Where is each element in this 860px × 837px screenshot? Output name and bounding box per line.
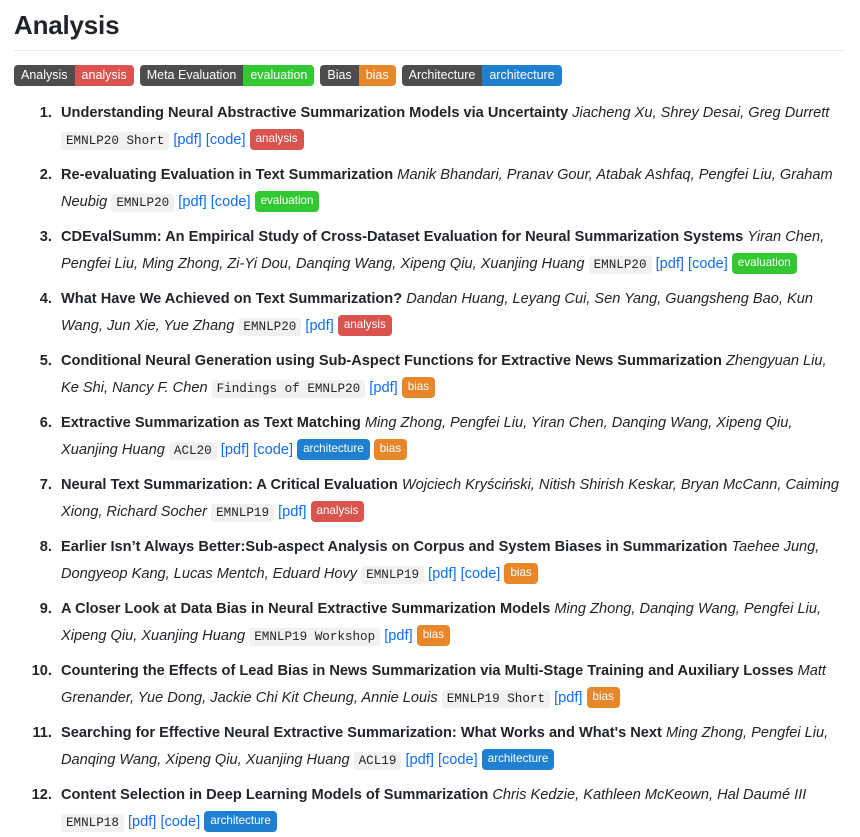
paper-venue: EMNLP19 (361, 566, 425, 584)
paper-list-item: Content Selection in Deep Learning Model… (56, 782, 846, 837)
paper-authors: Chris Kedzie, Kathleen McKeown, Hal Daum… (492, 787, 807, 803)
paper-venue: EMNLP19 Short (441, 690, 551, 708)
page-title: Analysis (14, 10, 120, 40)
paper-pdf-link[interactable]: [pdf] (305, 318, 333, 334)
paper-list-item: Countering the Effects of Lead Bias in N… (56, 658, 846, 713)
paper-pdf-link[interactable]: [pdf] (278, 504, 306, 520)
paper-pdf-link[interactable]: [pdf] (128, 814, 156, 830)
paper-tag-badge-architecture[interactable]: architecture (204, 811, 277, 832)
tag-filter-key: architecture (482, 65, 562, 86)
paper-tag-badge-bias[interactable]: bias (373, 439, 407, 460)
paper-tag-badge-architecture[interactable]: architecture (481, 749, 555, 770)
tag-filter-name: Analysis (14, 65, 75, 86)
paper-pdf-link[interactable]: [pdf] (369, 380, 397, 396)
paper-pdf-link[interactable]: [pdf] (384, 628, 412, 644)
tag-filter-name: Bias (320, 65, 359, 86)
paper-title: Earlier Isn’t Always Better:Sub-aspect A… (61, 539, 728, 555)
paper-title: Countering the Effects of Lead Bias in N… (61, 663, 794, 679)
tag-filter-key: bias (358, 65, 396, 86)
paper-title: What Have We Achieved on Text Summarizat… (61, 291, 403, 307)
paper-pdf-link[interactable]: [pdf] (428, 566, 456, 582)
paper-venue: Findings of EMNLP20 (211, 380, 366, 398)
paper-tag-badge-bias[interactable]: bias (401, 377, 436, 398)
paper-pdf-link[interactable]: [pdf] (405, 752, 433, 768)
tag-filter-name: Meta Evaluation (139, 65, 244, 86)
paper-title: Searching for Effective Neural Extractiv… (61, 725, 662, 741)
tag-filter-key: evaluation (243, 65, 315, 86)
tag-filter-architecture[interactable]: Architecture architecture (401, 65, 562, 86)
paper-tag-badge-bias[interactable]: bias (504, 563, 538, 584)
paper-list-item: What Have We Achieved on Text Summarizat… (56, 286, 846, 341)
paper-tag-badge-analysis[interactable]: analysis (310, 501, 365, 522)
paper-list-item: Understanding Neural Abstractive Summari… (56, 100, 846, 155)
paper-title: CDEvalSumm: An Empirical Study of Cross-… (61, 229, 744, 245)
tag-filter-key: analysis (74, 65, 134, 86)
paper-pdf-link[interactable]: [pdf] (554, 690, 582, 706)
paper-list-item: CDEvalSumm: An Empirical Study of Cross-… (56, 224, 846, 279)
paper-title: Neural Text Summarization: A Critical Ev… (61, 477, 398, 493)
paper-code-link[interactable]: [code] (461, 566, 501, 582)
paper-list-item: Searching for Effective Neural Extractiv… (56, 720, 846, 775)
tag-filter-bias[interactable]: Bias bias (320, 65, 396, 86)
tag-filter-analysis[interactable]: Analysis analysis (14, 65, 134, 86)
paper-venue: ACL20 (168, 442, 217, 460)
paper-title: Content Selection in Deep Learning Model… (61, 787, 489, 803)
page-container: Analysis Analysis analysis Meta Evaluation… (0, 0, 860, 837)
paper-venue: EMNLP20 (111, 194, 175, 212)
paper-code-link[interactable]: [code] (253, 442, 293, 458)
paper-code-link[interactable]: [code] (206, 132, 246, 148)
paper-code-link[interactable]: [code] (438, 752, 478, 768)
paper-tag-badge-analysis[interactable]: analysis (249, 129, 304, 150)
paper-authors: Jiacheng Xu, Shrey Desai, Greg Durrett (572, 105, 830, 121)
paper-venue: EMNLP18 (61, 814, 124, 832)
paper-list-item: Extractive Summarization as Text Matchin… (56, 410, 846, 465)
paper-tag-badge-evaluation[interactable]: evaluation (254, 191, 320, 212)
paper-tag-badge-bias[interactable]: bias (416, 625, 450, 646)
paper-title: Conditional Neural Generation using Sub-… (61, 353, 722, 369)
paper-code-link[interactable]: [code] (211, 194, 251, 210)
paper-title: Extractive Summarization as Text Matchin… (61, 415, 361, 431)
paper-tag-badge-architecture[interactable]: architecture (297, 439, 370, 460)
paper-pdf-link[interactable]: [pdf] (173, 132, 201, 148)
paper-code-link[interactable]: [code] (160, 814, 200, 830)
paper-tag-badge-evaluation[interactable]: evaluation (731, 253, 797, 274)
title-divider (14, 50, 846, 51)
paper-title: Understanding Neural Abstractive Summari… (61, 105, 569, 121)
paper-title: A Closer Look at Data Bias in Neural Ext… (61, 601, 551, 617)
paper-list-item: A Closer Look at Data Bias in Neural Ext… (56, 596, 846, 651)
paper-tag-badge-analysis[interactable]: analysis (337, 315, 392, 336)
tag-filter-evaluation[interactable]: Meta Evaluation evaluation (139, 65, 315, 86)
paper-list-item: Earlier Isn’t Always Better:Sub-aspect A… (56, 534, 846, 589)
paper-venue: ACL19 (353, 752, 402, 770)
paper-venue: EMNLP19 (211, 504, 274, 522)
paper-list-item: Conditional Neural Generation using Sub-… (56, 348, 846, 403)
paper-code-link[interactable]: [code] (688, 256, 728, 272)
paper-pdf-link[interactable]: [pdf] (178, 194, 206, 210)
paper-venue: EMNLP20 Short (61, 132, 170, 150)
paper-venue: EMNLP19 Workshop (249, 628, 381, 646)
paper-pdf-link[interactable]: [pdf] (221, 442, 249, 458)
tag-filter-name: Architecture (401, 65, 483, 86)
paper-venue: EMNLP20 (238, 318, 302, 336)
paper-list-item: Re-evaluating Evaluation in Text Summari… (56, 162, 846, 217)
paper-venue: EMNLP20 (588, 256, 652, 274)
paper-list: Understanding Neural Abstractive Summari… (14, 100, 846, 837)
paper-tag-badge-bias[interactable]: bias (586, 687, 620, 708)
paper-list-item: Neural Text Summarization: A Critical Ev… (56, 472, 846, 527)
paper-pdf-link[interactable]: [pdf] (656, 256, 684, 272)
tag-filter-row: Analysis analysis Meta Evaluation evaluatio… (14, 65, 846, 86)
paper-title: Re-evaluating Evaluation in Text Summari… (61, 167, 394, 183)
